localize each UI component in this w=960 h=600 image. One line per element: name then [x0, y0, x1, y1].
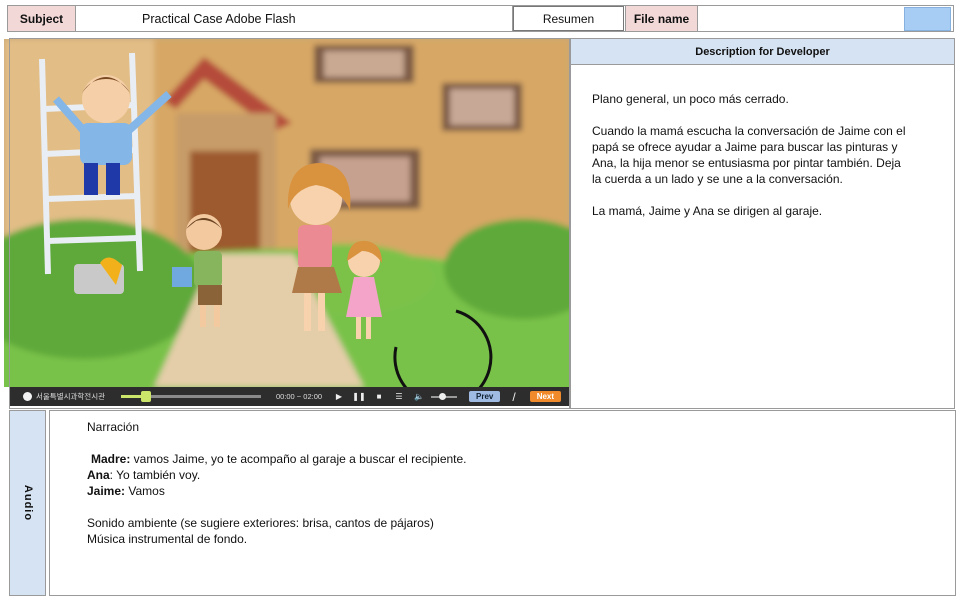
next-button[interactable]: Next — [529, 391, 562, 402]
time-display: 00:00 ~ 02:00 — [275, 392, 323, 401]
narration-title: Narración — [87, 420, 140, 434]
page-separator: / — [512, 389, 516, 404]
player-logo: 서울특별시과학전시관 — [9, 391, 121, 402]
menu-icon[interactable]: ☰ — [389, 392, 409, 401]
volume-icon[interactable]: 🔈 — [409, 392, 429, 401]
subject-value: Practical Case Adobe Flash — [75, 5, 513, 32]
file-name-label-text: File name — [633, 12, 690, 26]
stop-icon[interactable]: ■ — [369, 392, 389, 401]
audio-body: Narración Madre: vamos Jaime, yo te acom… — [49, 410, 956, 596]
audio-side-label: Audio — [9, 410, 46, 596]
logo-icon — [23, 392, 32, 401]
volume-slider[interactable] — [431, 392, 457, 400]
dialogue-line-ana: Ana: Yo también voy. — [87, 467, 955, 483]
resumen-button[interactable]: Resumen — [513, 6, 624, 31]
music-text: Música instrumental de fondo. — [87, 532, 248, 546]
play-icon[interactable]: ▶ — [329, 392, 349, 401]
media-player-bar: 서울특별시과학전시관 00:00 ~ 02:00 ▶ ❚❚ ■ ☰ 🔈 Prev… — [9, 387, 569, 406]
pause-icon[interactable]: ❚❚ — [349, 392, 369, 401]
description-paragraph-3: La mamá, Jaime y Ana se dirigen al garaj… — [592, 204, 823, 218]
subject-value-text: Practical Case Adobe Flash — [142, 12, 296, 26]
progress-handle[interactable] — [141, 391, 152, 402]
volume-handle[interactable] — [439, 392, 446, 400]
audio-side-text: Audio — [21, 484, 34, 522]
dialogue-line-madre: Madre: vamos Jaime, yo te acompaño al ga… — [87, 451, 955, 467]
speaker-ana: Ana — [87, 468, 110, 482]
dialogue-text-madre: vamos Jaime, yo te acompaño al garaje a … — [130, 452, 467, 466]
ambient-sound-text: Sonido ambiente (se sugiere exteriores: … — [87, 516, 434, 530]
video-frame[interactable] — [4, 39, 569, 387]
description-title: Description for Developer — [695, 45, 830, 58]
dialogue-text-jaime: Vamos — [125, 484, 165, 498]
resumen-button-label: Resumen — [542, 11, 595, 26]
subject-label: Subject — [7, 5, 76, 32]
speaker-jaime: Jaime: — [87, 484, 126, 498]
dialogue-text-ana: : Yo también voy. — [109, 468, 201, 482]
speaker-madre: Madre: — [91, 452, 131, 466]
description-header: Description for Developer — [570, 38, 955, 65]
player-logo-text: 서울특별시과학전시관 — [36, 392, 105, 401]
dialogue-line-jaime: Jaime: Vamos — [87, 483, 955, 499]
description-paragraph-1: Plano general, un poco más cerrado. — [592, 92, 789, 106]
prev-button[interactable]: Prev — [469, 391, 501, 402]
description-paragraph-2: Cuando la mamá escucha la conversación d… — [592, 124, 906, 186]
file-name-label: File name — [625, 5, 698, 32]
description-body: Plano general, un poco más cerrado. Cuan… — [570, 64, 955, 409]
subject-label-text: Subject — [19, 12, 64, 26]
scene-illustration — [4, 39, 569, 387]
file-name-color-box — [904, 7, 951, 31]
progress-slider[interactable] — [121, 391, 261, 402]
